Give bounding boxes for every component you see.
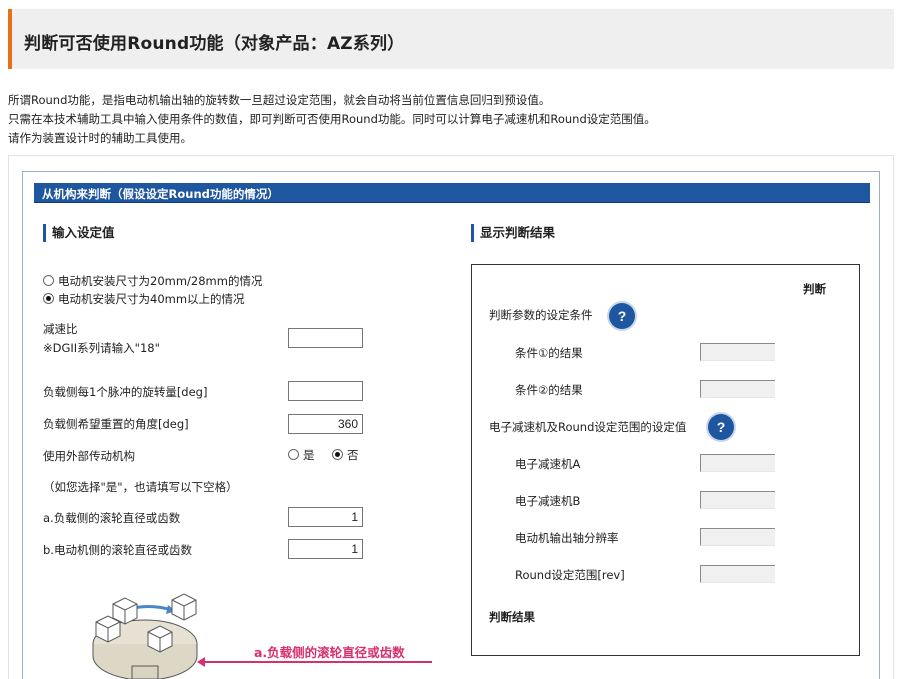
help-icon-settings[interactable]: ? xyxy=(708,414,734,440)
radio-size-20-28[interactable]: 电动机安装尺寸为20mm/28mm的情况 xyxy=(43,273,262,289)
input-heading: 输入设定值 xyxy=(43,224,115,242)
radio-label-yes: 是 xyxy=(303,448,315,462)
load-roller-label: a.负载侧的滚轮直径或齿数 xyxy=(43,511,181,525)
external-mech-label: 使用外部传动机构 xyxy=(43,449,135,463)
section-header: 从机构来判断（假设设定Round功能的情况） xyxy=(34,183,870,203)
rotation-per-pulse-input[interactable] xyxy=(288,381,363,401)
intro-line-1: 所谓Round功能，是指电动机输出轴的旋转数一旦超过设定范围，就会自动将当前位置… xyxy=(8,93,551,107)
radio-external-yes[interactable]: 是 xyxy=(288,447,315,463)
radio-label-no: 否 xyxy=(347,448,359,462)
annotation-line xyxy=(202,661,432,663)
condition1-result xyxy=(700,343,775,361)
reset-angle-input[interactable]: 360 xyxy=(288,414,363,434)
radio-external-no[interactable]: 否 xyxy=(332,447,359,463)
resolution-result xyxy=(700,528,775,546)
motor-roller-input[interactable]: 1 xyxy=(288,539,363,559)
resolution-label: 电动机输出轴分辨率 xyxy=(515,531,619,545)
final-result-label: 判断结果 xyxy=(489,610,535,624)
settings-label: 电子减速机及Round设定范围的设定值 xyxy=(489,420,687,434)
page-title-bar: 判断可否使用Round功能（对象产品：AZ系列） xyxy=(8,9,894,69)
gear-ratio-note: ※DGII系列请输入"18" xyxy=(43,341,160,355)
gear-b-result xyxy=(700,491,775,509)
external-hint: （如您选择"是"，也请填写以下空格） xyxy=(43,480,238,494)
radio-circle-20-28[interactable] xyxy=(43,275,54,286)
conditions-label: 判断参数的设定条件 xyxy=(489,308,593,322)
result-heading: 显示判断结果 xyxy=(471,224,555,242)
radio-circle-yes[interactable] xyxy=(288,449,299,460)
judge-column-header: 判断 xyxy=(803,282,826,296)
load-roller-input[interactable]: 1 xyxy=(288,507,363,527)
condition2-result xyxy=(700,380,775,398)
radio-size-40[interactable]: 电动机安装尺寸为40mm以上的情况 xyxy=(43,291,245,307)
round-range-result xyxy=(700,565,775,583)
reset-angle-label: 负载侧希望重置的角度[deg] xyxy=(43,417,189,431)
intro-line-3: 请作为装置设计时的辅助工具使用。 xyxy=(8,131,192,145)
gear-b-label: 电子减速机B xyxy=(515,494,581,508)
round-range-label: Round设定范围[rev] xyxy=(515,568,625,582)
condition1-label: 条件①的结果 xyxy=(515,346,583,360)
section-header-label: 从机构来判断（假设设定Round功能的情况） xyxy=(42,187,279,201)
radio-circle-no[interactable] xyxy=(332,449,343,460)
gear-a-result xyxy=(700,454,775,472)
condition2-label: 条件②的结果 xyxy=(515,383,583,397)
illustration-annotation: a.负载侧的滚轮直径或齿数 xyxy=(254,645,405,660)
help-icon-conditions[interactable]: ? xyxy=(609,303,635,329)
annotation-arrow-icon xyxy=(197,657,205,667)
gear-ratio-input[interactable] xyxy=(288,328,363,348)
intro-text: 所谓Round功能，是指电动机输出轴的旋转数一旦超过设定范围，就会自动将当前位置… xyxy=(8,91,656,148)
rotary-table-illustration xyxy=(92,593,198,679)
rotation-per-pulse-label: 负载侧每1个脉冲的旋转量[deg] xyxy=(43,385,208,399)
page-title: 判断可否使用Round功能（对象产品：AZ系列） xyxy=(24,34,405,54)
intro-line-2: 只需在本技术辅助工具中输入使用条件的数值，即可判断可否使用Round功能。同时可… xyxy=(8,112,656,126)
radio-circle-40[interactable] xyxy=(43,293,54,304)
radio-label-20-28: 电动机安装尺寸为20mm/28mm的情况 xyxy=(58,274,263,288)
radio-label-40: 电动机安装尺寸为40mm以上的情况 xyxy=(58,292,245,306)
gear-ratio-label: 减速比 xyxy=(43,322,78,336)
gear-a-label: 电子减速机A xyxy=(515,457,581,471)
motor-roller-label: b.电动机侧的滚轮直径或齿数 xyxy=(43,543,192,557)
